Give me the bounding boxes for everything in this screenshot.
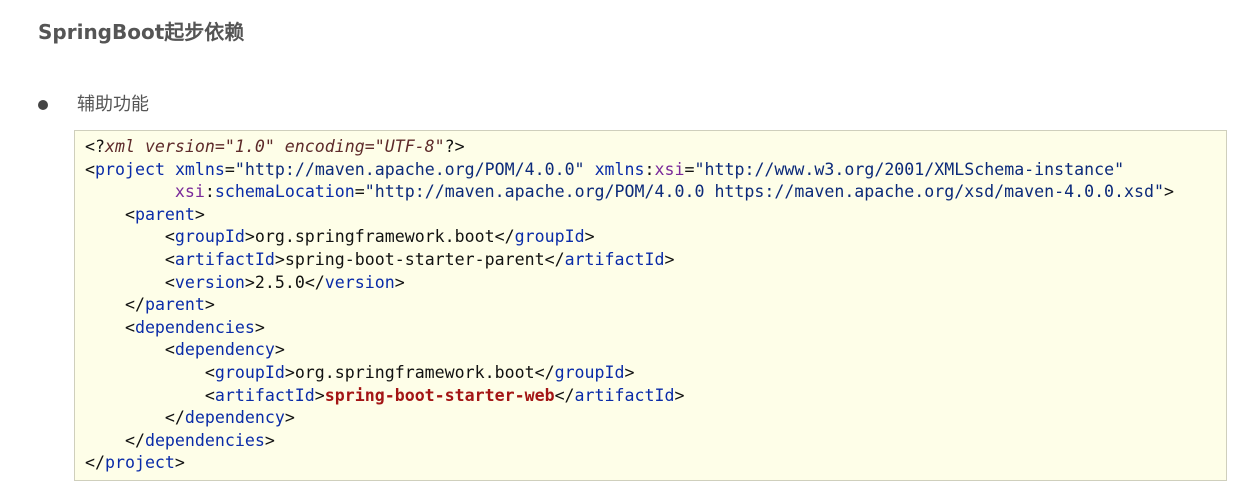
code-token: > (264, 430, 275, 450)
code-token: spring-boot-starter-parent (284, 249, 545, 269)
code-token: = (684, 159, 695, 179)
code-token: > (274, 340, 285, 360)
code-token: <? (85, 137, 105, 156)
code-line: xsi:schemaLocation="http://maven.apache.… (85, 181, 1226, 204)
code-content: <?xml version="1.0" encoding="UTF-8"?> <p… (85, 136, 1226, 475)
code-token: > (254, 317, 265, 337)
code-token: > (244, 272, 255, 292)
code-token: schemaLocation (214, 182, 355, 202)
code-token: dependency (184, 408, 285, 428)
code-token: > (394, 272, 405, 292)
code-token: dependency (174, 340, 275, 360)
code-token: > (194, 204, 205, 224)
code-token: : (644, 159, 655, 179)
code-token: > (174, 453, 185, 473)
code-line: <groupId>org.springframework.boot</group… (85, 226, 1226, 249)
code-token: > (284, 362, 295, 382)
code-token: org.springframework.boot (254, 227, 495, 247)
code-token: dependencies (134, 317, 255, 337)
bullet-item: 辅助功能 (38, 91, 149, 119)
code-token: > (284, 408, 295, 428)
code-token: </ (85, 453, 105, 473)
code-token: parent (144, 295, 205, 315)
code-line: <parent> (85, 204, 1226, 227)
bullet-text: 辅助功能 (77, 94, 149, 115)
code-token: </ (85, 295, 145, 315)
code-token: artifactId (174, 249, 275, 269)
code-line: </dependencies> (85, 430, 1226, 453)
code-token: > (624, 362, 635, 382)
code-token: groupId (514, 227, 585, 247)
code-token: "http://maven.apache.org/POM/4.0.0 https… (364, 182, 1165, 202)
code-token: version (324, 272, 395, 292)
code-token: xsi (654, 159, 685, 179)
code-token: xsi (174, 182, 205, 202)
code-line: <artifactId>spring-boot-starter-parent</… (85, 249, 1226, 272)
code-token: groupId (214, 362, 285, 382)
code-token: > (1164, 182, 1175, 202)
code-token: </ (85, 430, 145, 450)
code-token: spring-boot-starter-web (324, 385, 555, 405)
code-line: </project> (85, 452, 1226, 475)
code-token: < (85, 362, 215, 382)
code-line: <artifactId>spring-boot-starter-web</art… (85, 385, 1226, 408)
code-line: <dependencies> (85, 317, 1226, 340)
code-token: project (95, 159, 165, 179)
code-token: ?> (444, 137, 465, 156)
code-token: < (85, 227, 175, 247)
code-line: <project xmlns="http://maven.apache.org/… (85, 159, 1226, 182)
bullet-dot-icon (38, 100, 48, 110)
code-token: groupId (174, 227, 245, 247)
code-token: < (85, 204, 135, 224)
code-token: > (314, 385, 325, 405)
code-token: > (584, 227, 595, 247)
code-token: </ (494, 227, 515, 247)
code-token: version (174, 272, 245, 292)
code-token: org.springframework.boot (294, 362, 535, 382)
code-token: xml version="1.0" encoding="UTF-8" (104, 137, 445, 156)
code-line: <dependency> (85, 339, 1226, 362)
code-token: dependencies (144, 430, 265, 450)
code-token: > (274, 249, 285, 269)
code-token: = (224, 159, 235, 179)
code-token: > (674, 385, 685, 405)
code-token: artifactId (214, 385, 315, 405)
code-token: </ (304, 272, 325, 292)
code-token: < (85, 340, 175, 360)
code-token: "http://www.w3.org/2001/XMLSchema-instan… (694, 159, 1125, 179)
code-token: > (664, 249, 675, 269)
code-token: < (85, 317, 135, 337)
code-token: "http://maven.apache.org/POM/4.0.0" (234, 159, 585, 179)
code-line: </parent> (85, 294, 1226, 317)
code-token: </ (534, 362, 555, 382)
code-token: artifactId (564, 249, 665, 269)
code-token: xmlns (594, 159, 645, 179)
code-line: </dependency> (85, 407, 1226, 430)
code-token: : (204, 182, 215, 202)
code-token: groupId (554, 362, 625, 382)
page-title: SpringBoot起步依赖 (38, 20, 245, 44)
code-token: = (354, 182, 365, 202)
code-token: project (104, 453, 175, 473)
code-token: </ (85, 408, 185, 428)
code-line: <version>2.5.0</version> (85, 272, 1226, 295)
code-token: > (204, 295, 215, 315)
code-token: parent (134, 204, 195, 224)
code-block: <?xml version="1.0" encoding="UTF-8"?> <p… (74, 130, 1227, 481)
code-token: > (244, 227, 255, 247)
code-line: <?xml version="1.0" encoding="UTF-8"?> (85, 136, 1226, 159)
code-token: </ (554, 385, 575, 405)
code-token: artifactId (574, 385, 675, 405)
code-token: xmlns (174, 159, 225, 179)
code-token: < (85, 272, 175, 292)
code-token: 2.5.0 (254, 272, 305, 292)
code-token: < (85, 249, 175, 269)
code-line: <groupId>org.springframework.boot</group… (85, 362, 1226, 385)
code-token: </ (544, 249, 565, 269)
code-token: < (85, 159, 95, 179)
code-token: < (85, 385, 215, 405)
